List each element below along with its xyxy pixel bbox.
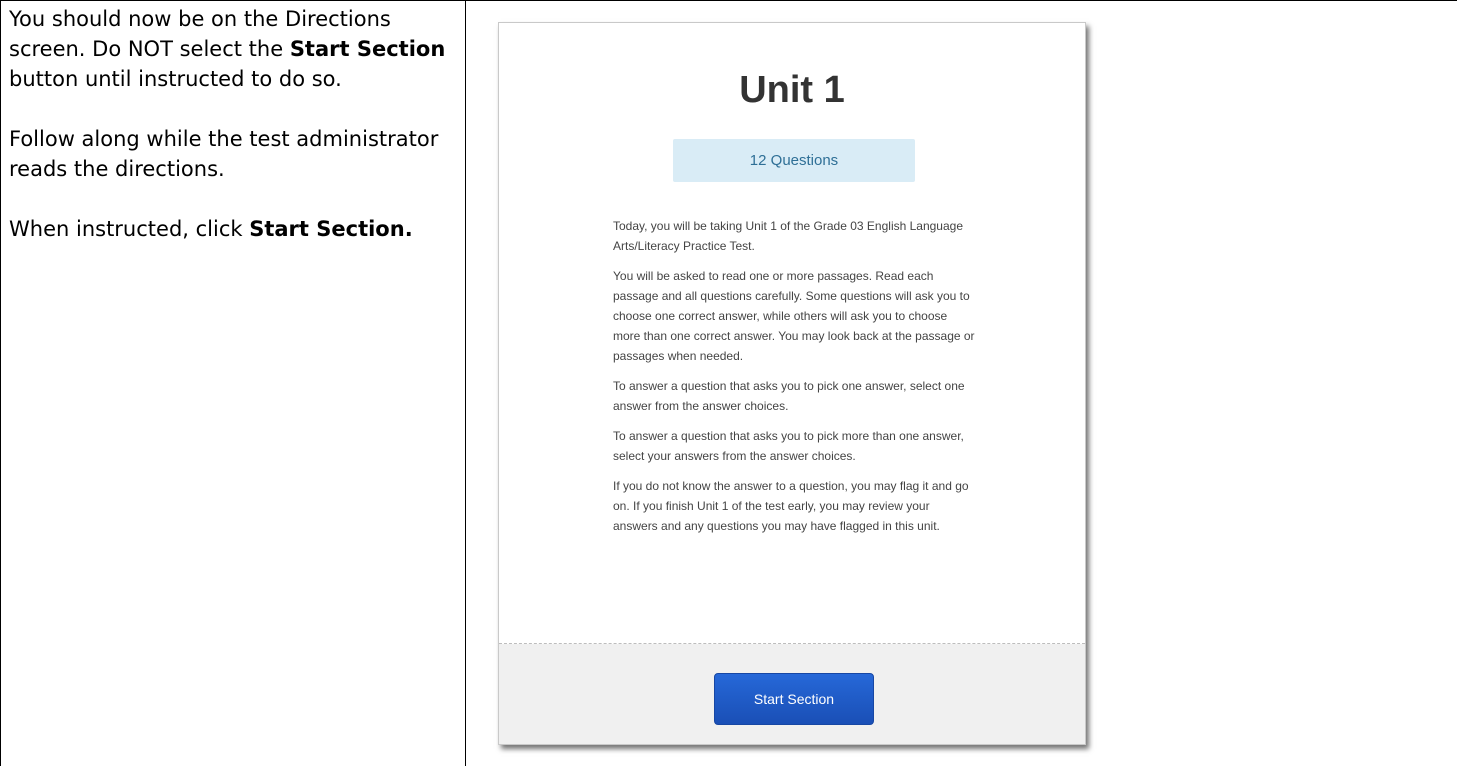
question-count-badge: 12 Questions	[673, 139, 915, 182]
instruction-paragraph-1: You should now be on the Directions scre…	[9, 7, 446, 91]
start-section-emphasis: Start Section	[289, 37, 446, 61]
unit-title: Unit 1	[739, 69, 845, 111]
instruction-paragraph-3: When instructed, click Start Section.	[9, 217, 413, 241]
start-section-emphasis: Start Section.	[249, 217, 413, 241]
directions-paragraph: To answer a question that asks you to pi…	[613, 379, 965, 413]
directions-paragraph: You will be asked to read one or more pa…	[613, 269, 975, 363]
directions-paragraph: If you do not know the answer to a quest…	[613, 479, 969, 533]
directions-text: Today, you will be taking Unit 1 of the …	[613, 216, 975, 546]
table-left-border	[0, 0, 1, 766]
directions-screen-screenshot: Unit 1 12 Questions Today, you will be t…	[498, 22, 1086, 745]
table-column-divider	[465, 0, 466, 766]
directions-paragraph: Today, you will be taking Unit 1 of the …	[613, 219, 964, 253]
instructions-column: You should now be on the Directions scre…	[9, 4, 449, 274]
start-section-button[interactable]: Start Section	[714, 673, 874, 725]
directions-paragraph: To answer a question that asks you to pi…	[613, 429, 964, 463]
instruction-paragraph-2: Follow along while the test administrato…	[9, 127, 439, 181]
directions-footer: Start Section	[499, 644, 1085, 744]
table-top-border	[0, 0, 1457, 1]
